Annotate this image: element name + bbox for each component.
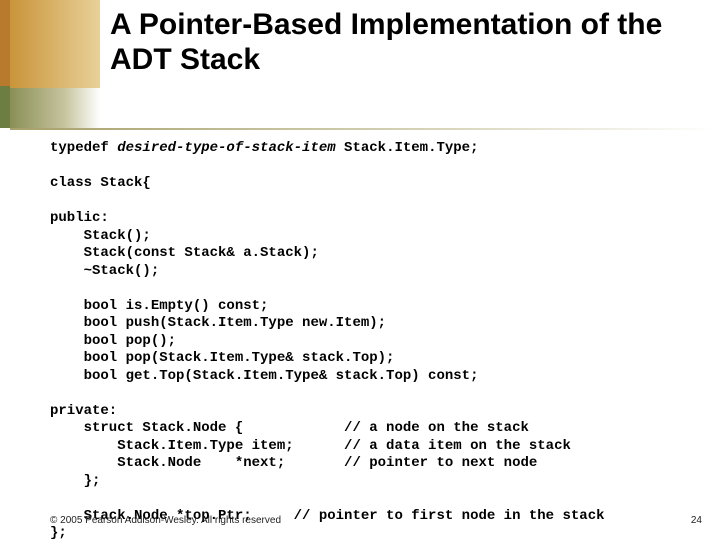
code-line: bool push(Stack.Item.Type new.Item); [50, 315, 386, 331]
code-line: ~Stack(); [50, 263, 159, 279]
code-line: bool get.Top(Stack.Item.Type& stack.Top)… [50, 368, 478, 384]
code-line: private: [50, 403, 117, 419]
code-line: Stack.Item.Type; [336, 140, 479, 156]
footer: © 2005 Pearson Addison-Wesley. All right… [50, 515, 702, 526]
code-line: }; [50, 473, 100, 489]
code-line: public: [50, 210, 109, 226]
code-line: Stack(const Stack& a.Stack); [50, 245, 319, 261]
code-line: struct Stack.Node { // a node on the sta… [50, 420, 529, 436]
code-line: bool is.Empty() const; [50, 298, 268, 314]
code-line: Stack.Node *next; // pointer to next nod… [50, 455, 537, 471]
code-line: typedef [50, 140, 117, 156]
copyright-text: © 2005 Pearson Addison-Wesley. All right… [50, 515, 281, 526]
page-number: 24 [691, 515, 702, 526]
code-line: bool pop(Stack.Item.Type& stack.Top); [50, 350, 394, 366]
code-line: }; [50, 525, 67, 540]
code-line: Stack(); [50, 228, 151, 244]
slide-title: A Pointer-Based Implementation of the AD… [110, 8, 706, 77]
title-underline [10, 128, 720, 130]
code-line: bool pop(); [50, 333, 176, 349]
code-line: Stack.Item.Type item; // a data item on … [50, 438, 571, 454]
title-band-upper [10, 0, 100, 88]
left-border-strip [0, 0, 10, 540]
title-band-lower [10, 88, 100, 128]
code-line-italic: desired-type-of-stack-item [117, 140, 335, 156]
code-line: class Stack{ [50, 175, 151, 191]
code-block: typedef desired-type-of-stack-item Stack… [50, 140, 704, 540]
